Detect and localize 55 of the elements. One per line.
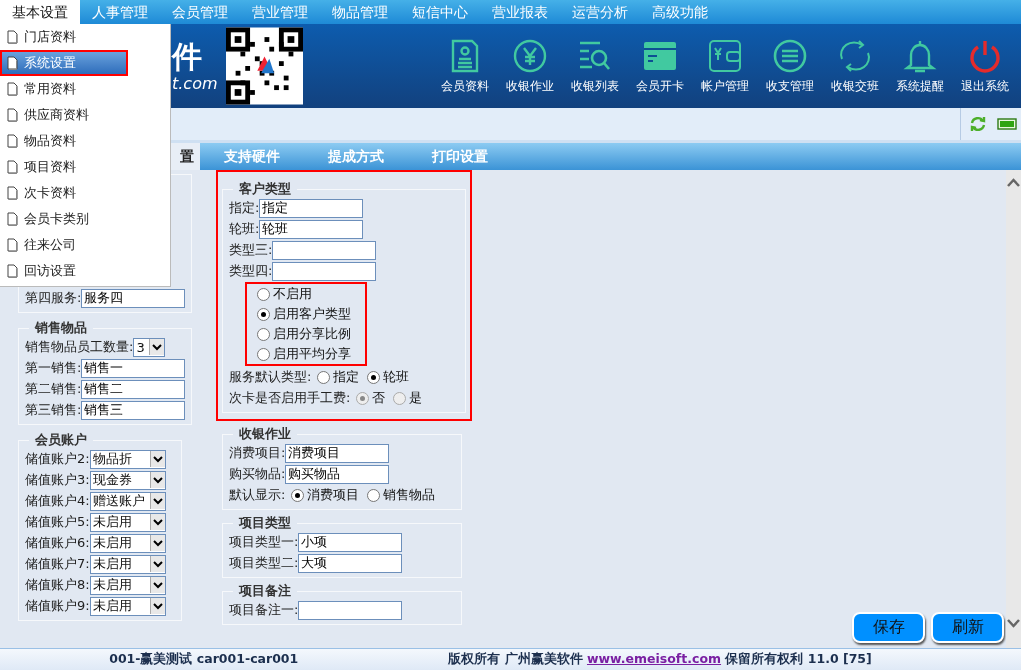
- menu-item-label: 系统设置: [24, 54, 76, 72]
- menu-item-label: 供应商资料: [24, 106, 89, 124]
- field-label: 储值账户3:: [25, 471, 90, 489]
- field-label: 轮班:: [229, 220, 260, 238]
- option-label: 否: [372, 389, 386, 407]
- field-label: 储值账户2:: [25, 450, 90, 468]
- section-title: 项目备注: [237, 582, 292, 600]
- logo-url: t.com: [172, 73, 218, 93]
- option-label: 不启用: [273, 285, 312, 303]
- field-label: 项目备注一:: [229, 601, 299, 619]
- menu-item-label: 会员卡类别: [24, 210, 89, 228]
- field-label: 次卡是否启用手工费:: [229, 389, 351, 407]
- field-label: 类型四:: [229, 262, 273, 280]
- field-label: 储值账户5:: [25, 513, 90, 531]
- copyright-text: 版权所有 广州赢美软件 www.emeisoft.com 保留所有权利 11.0 [75]: [448, 651, 872, 668]
- menu-item-label: 次卡资料: [24, 184, 76, 202]
- field-label: 第四服务:: [25, 289, 82, 307]
- section-title: 客户类型: [238, 180, 292, 198]
- field-label: 默认显示:: [229, 486, 286, 504]
- option-label: 轮班: [383, 368, 410, 386]
- menu-item-label: 项目资料: [24, 158, 76, 176]
- field-label: 第二销售:: [25, 380, 82, 398]
- field-label: 储值账户4:: [25, 492, 90, 510]
- field-label: 项目类型二:: [229, 554, 299, 572]
- section-title: 销售物品: [33, 319, 88, 337]
- option-label: 消费项目: [307, 486, 360, 504]
- account-text: 001-赢美测试 car001-car001: [109, 651, 299, 668]
- option-label: 是: [409, 389, 423, 407]
- option-label: 指定: [333, 368, 360, 386]
- logo-text: 件: [172, 39, 203, 74]
- field-label: 第三销售:: [25, 401, 82, 419]
- field-label: 储值账户7:: [25, 555, 90, 573]
- menu-item-label: 常用资料: [24, 80, 76, 98]
- field-label: 第一销售:: [25, 359, 82, 377]
- field-label: 销售物品员工数量:: [25, 338, 134, 356]
- field-label: 储值账户9:: [25, 597, 90, 615]
- field-label: 服务默认类型:: [229, 368, 312, 386]
- field-label: 储值账户8:: [25, 576, 90, 594]
- menu-item-label: 物品资料: [24, 132, 76, 150]
- field-label: 指定:: [229, 199, 260, 217]
- menu-item-label: 门店资料: [24, 28, 76, 46]
- section-title: 收银作业: [238, 425, 292, 443]
- menu-item-label: 回访设置: [24, 262, 76, 280]
- option-label: 启用分享比例: [273, 325, 351, 343]
- option-label: 启用客户类型: [273, 305, 351, 323]
- menu-item-label: 往来公司: [24, 236, 76, 254]
- field-label: 储值账户6:: [25, 534, 90, 552]
- field-label: 消费项目:: [229, 444, 286, 462]
- option-label: 启用平均分享: [273, 345, 351, 363]
- option-label: 销售物品: [383, 486, 436, 504]
- section-title: 会员账户: [34, 431, 88, 449]
- field-label: 项目类型一:: [229, 533, 299, 551]
- section-title: 项目类型: [237, 514, 292, 532]
- field-label: 类型三:: [229, 241, 273, 259]
- field-label: 购买物品:: [229, 465, 286, 483]
